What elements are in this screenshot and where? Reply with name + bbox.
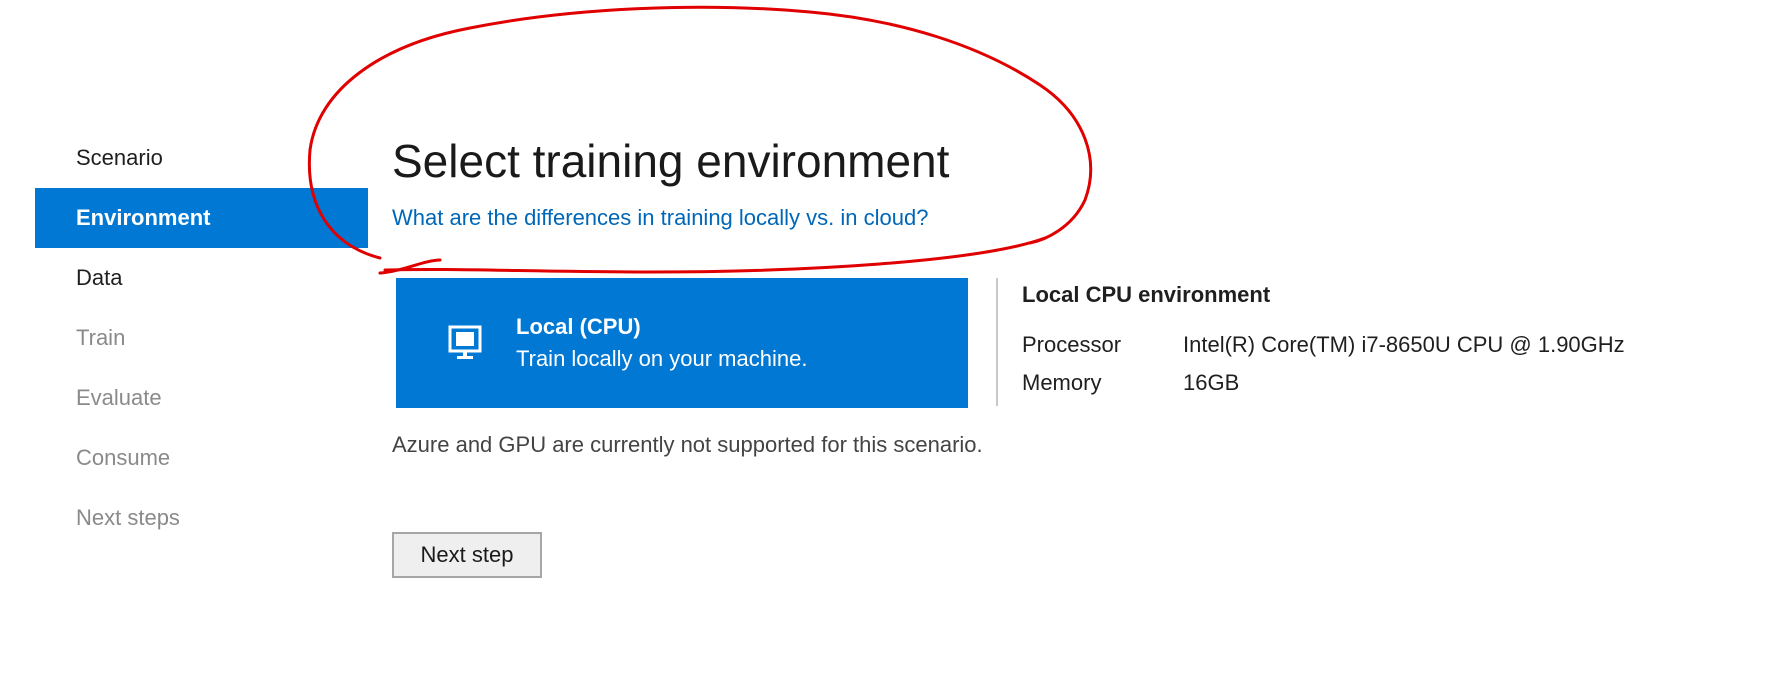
- page-title: Select training environment: [392, 135, 950, 187]
- help-link[interactable]: What are the differences in training loc…: [392, 205, 928, 231]
- support-note: Azure and GPU are currently not supporte…: [392, 432, 983, 457]
- sidebar-item-train: Train: [76, 325, 126, 350]
- environment-card-title: Local (CPU): [516, 314, 641, 339]
- next-step-button[interactable]: Next step: [392, 532, 542, 578]
- wizard-sidebar: Scenario Environment Data Train Evaluate…: [35, 128, 368, 548]
- sidebar-item-consume: Consume: [76, 445, 171, 470]
- environment-details: Local CPU environment Processor Intel(R)…: [1022, 282, 1625, 402]
- details-value: Intel(R) Core(TM) i7-8650U CPU @ 1.90GHz: [1183, 332, 1625, 357]
- details-label: Memory: [1022, 370, 1102, 395]
- sidebar-item-scenario[interactable]: Scenario: [35, 128, 368, 188]
- details-title: Local CPU environment: [1022, 282, 1271, 307]
- environment-card-description: Train locally on your machine.: [516, 346, 808, 371]
- details-value: 16GB: [1183, 370, 1240, 395]
- details-row-processor: Processor Intel(R) Core(TM) i7-8650U CPU…: [1022, 326, 1625, 364]
- vertical-divider: [996, 278, 998, 406]
- sidebar-item-data[interactable]: Data: [35, 248, 368, 308]
- sidebar-item-environment[interactable]: Environment: [35, 188, 368, 248]
- details-row-memory: Memory 16GB: [1022, 364, 1625, 402]
- sidebar-item-evaluate: Evaluate: [76, 385, 162, 410]
- sidebar-item-next-steps: Next steps: [76, 505, 180, 530]
- details-label: Processor: [1022, 332, 1122, 357]
- monitor-icon: [448, 325, 482, 361]
- local-cpu-environment-card[interactable]: Local (CPU) Train locally on your machin…: [396, 278, 968, 408]
